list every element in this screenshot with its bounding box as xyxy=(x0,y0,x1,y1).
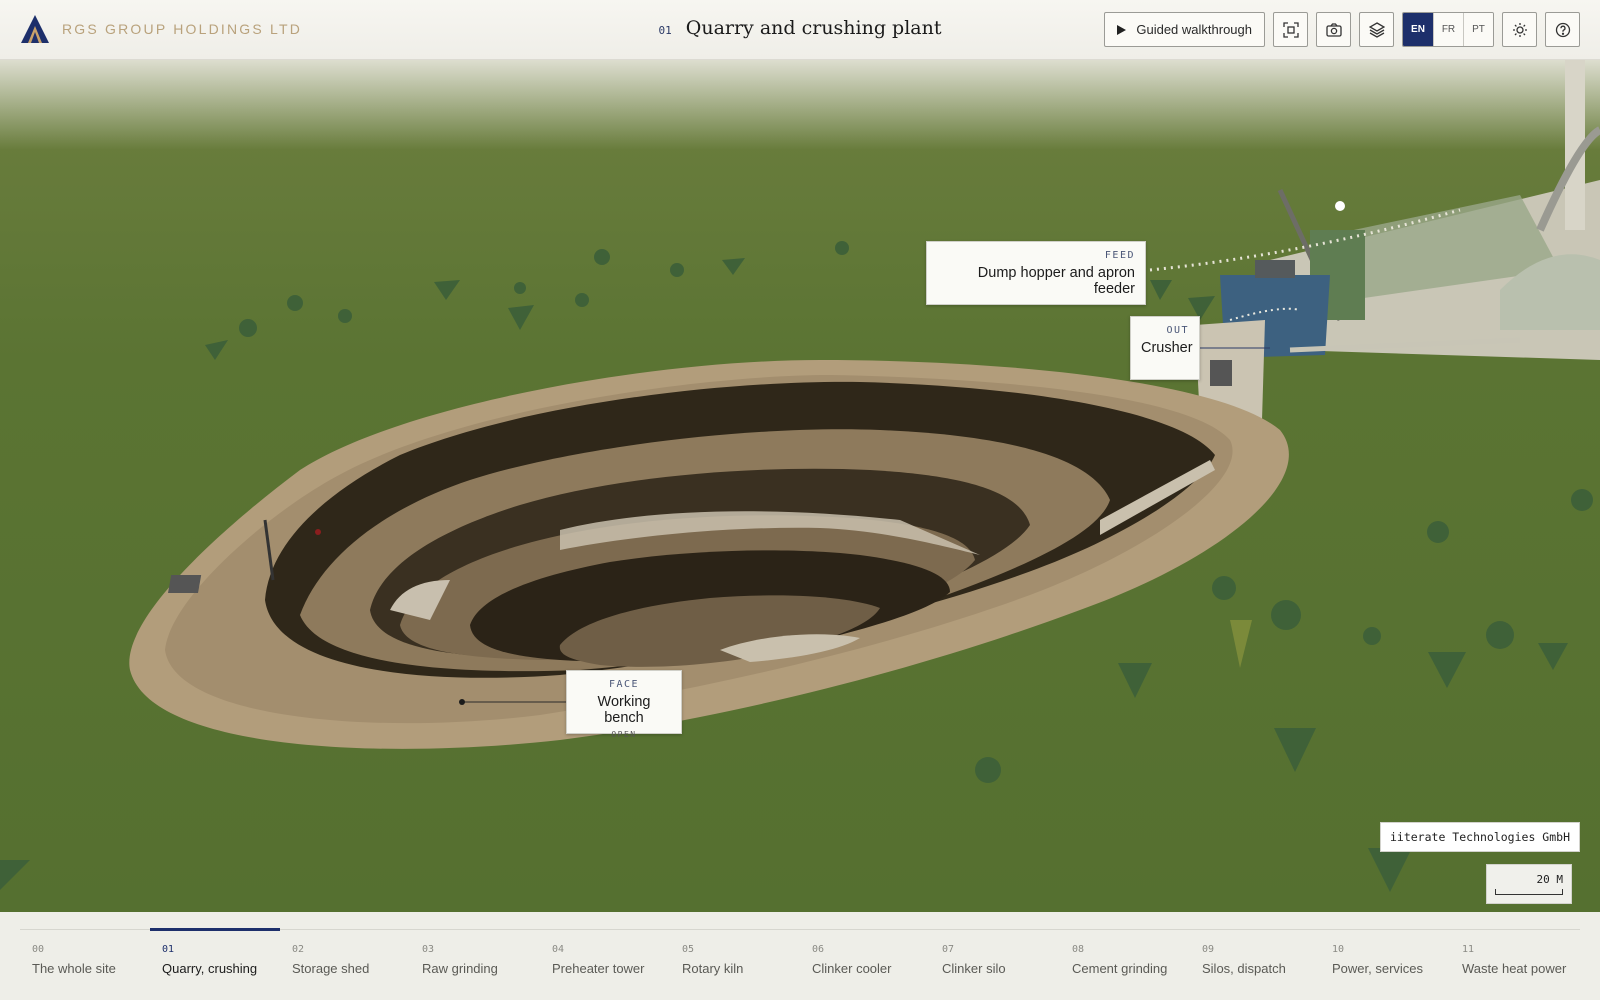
nav-item-number: 01 xyxy=(162,944,175,955)
top-bar: RGS GROUP HOLDINGS LTD 01 Quarry and cru… xyxy=(0,0,1600,60)
nav-item-number: 11 xyxy=(1462,944,1475,955)
nav-item-number: 09 xyxy=(1202,944,1215,955)
play-icon xyxy=(1117,24,1127,35)
nav-item-label: Storage shed xyxy=(292,961,370,976)
nav-item-label: Preheater tower xyxy=(552,961,645,976)
layers-icon xyxy=(1368,21,1385,38)
layers-button[interactable] xyxy=(1359,12,1394,47)
page-title-group: 01 Quarry and crushing plant xyxy=(659,17,942,39)
nav-item-00[interactable]: 00 The whole site xyxy=(20,912,150,1000)
nav-item-label: Waste heat power xyxy=(1462,961,1567,976)
nav-item-label: Rotary kiln xyxy=(682,961,744,976)
nav-item-01[interactable]: 01 Quarry, crushing xyxy=(150,912,280,1000)
nav-item-11[interactable]: 11 Waste heat power xyxy=(1450,912,1580,1000)
scale-label: 20 M xyxy=(1536,873,1564,886)
language-pt-button[interactable]: PT xyxy=(1463,13,1493,46)
callout-face-tag: FACE xyxy=(608,679,640,690)
nav-item-number: 04 xyxy=(552,944,565,955)
nav-item-05[interactable]: 05 Rotary kiln xyxy=(670,912,800,1000)
nav-item-07[interactable]: 07 Clinker silo xyxy=(930,912,1060,1000)
quarry-scene xyxy=(0,60,1600,912)
focus-icon xyxy=(1282,21,1299,38)
guided-walkthrough-button[interactable]: Guided walkthrough xyxy=(1104,12,1265,47)
callout-out-tag: OUT xyxy=(1166,325,1189,336)
camera-icon xyxy=(1325,22,1342,37)
scale-line xyxy=(1495,889,1563,895)
page-title: Quarry and crushing plant xyxy=(685,17,942,39)
credit-badge: iiterate Technologies GmbH xyxy=(1380,822,1580,852)
nav-item-03[interactable]: 03 Raw grinding xyxy=(410,912,540,1000)
callout-feed[interactable]: FEED Dump hopper and apron feeder xyxy=(926,241,1146,305)
scene-viewport[interactable]: FEED Dump hopper and apron feeder OUT Cr… xyxy=(0,60,1600,912)
language-switcher: EN FR PT xyxy=(1402,12,1494,47)
brand[interactable]: RGS GROUP HOLDINGS LTD xyxy=(20,14,302,44)
nav-item-number: 03 xyxy=(422,944,435,955)
nav-item-number: 10 xyxy=(1332,944,1345,955)
brand-logo-icon xyxy=(21,15,49,43)
focus-button[interactable] xyxy=(1273,12,1308,47)
nav-item-number: 02 xyxy=(292,944,305,955)
nav-item-label: Silos, dispatch xyxy=(1202,961,1286,976)
nav-item-number: 00 xyxy=(32,944,45,955)
nav-item-label: Clinker silo xyxy=(942,961,1006,976)
nav-item-number: 08 xyxy=(1072,944,1085,955)
callout-face-status: OPEN xyxy=(611,730,637,739)
nav-item-label: Quarry, crushing xyxy=(162,961,258,976)
guided-walkthrough-label: Guided walkthrough xyxy=(1136,22,1252,37)
scale-bar: 20 M xyxy=(1486,864,1572,904)
sun-icon xyxy=(1512,22,1527,37)
toolbar: Guided walkthrough EN FR PT xyxy=(1104,12,1580,47)
nav-item-number: 07 xyxy=(942,944,955,955)
nav-item-09[interactable]: 09 Silos, dispatch xyxy=(1190,912,1320,1000)
nav-item-02[interactable]: 02 Storage shed xyxy=(280,912,410,1000)
nav-item-label: Cement grinding xyxy=(1072,961,1168,976)
section-nav: 00 The whole site 01 Quarry, crushing 02 Stor… xyxy=(0,912,1600,1000)
language-en-button[interactable]: EN xyxy=(1403,13,1433,46)
section-number: 01 xyxy=(658,24,672,37)
nav-item-08[interactable]: 08 Cement grinding xyxy=(1060,912,1190,1000)
nav-item-label: Clinker cooler xyxy=(812,961,892,976)
callout-face-name: Working bench xyxy=(597,694,651,726)
nav-item-number: 06 xyxy=(812,944,825,955)
screenshot-button[interactable] xyxy=(1316,12,1351,47)
callout-out-name: Crusher xyxy=(1141,340,1193,356)
nav-item-number: 05 xyxy=(682,944,695,955)
callout-face[interactable]: FACE Working bench OPEN xyxy=(566,670,682,739)
help-icon xyxy=(1555,22,1570,37)
nav-item-04[interactable]: 04 Preheater tower xyxy=(540,912,670,1000)
brand-name: RGS GROUP HOLDINGS LTD xyxy=(62,21,303,37)
callout-feed-tag: FEED xyxy=(1104,250,1135,261)
nav-item-label: Raw grinding xyxy=(422,961,498,976)
callout-out[interactable]: OUT Crusher xyxy=(1130,316,1200,380)
help-button[interactable] xyxy=(1545,12,1580,47)
callout-feed-name: Dump hopper and apron feeder xyxy=(977,265,1135,297)
nav-item-label: The whole site xyxy=(32,961,116,976)
nav-item-label: Power, services xyxy=(1332,961,1424,976)
nav-item-10[interactable]: 10 Power, services xyxy=(1320,912,1450,1000)
language-fr-button[interactable]: FR xyxy=(1433,13,1463,46)
theme-button[interactable] xyxy=(1502,12,1537,47)
nav-item-06[interactable]: 06 Clinker cooler xyxy=(800,912,930,1000)
